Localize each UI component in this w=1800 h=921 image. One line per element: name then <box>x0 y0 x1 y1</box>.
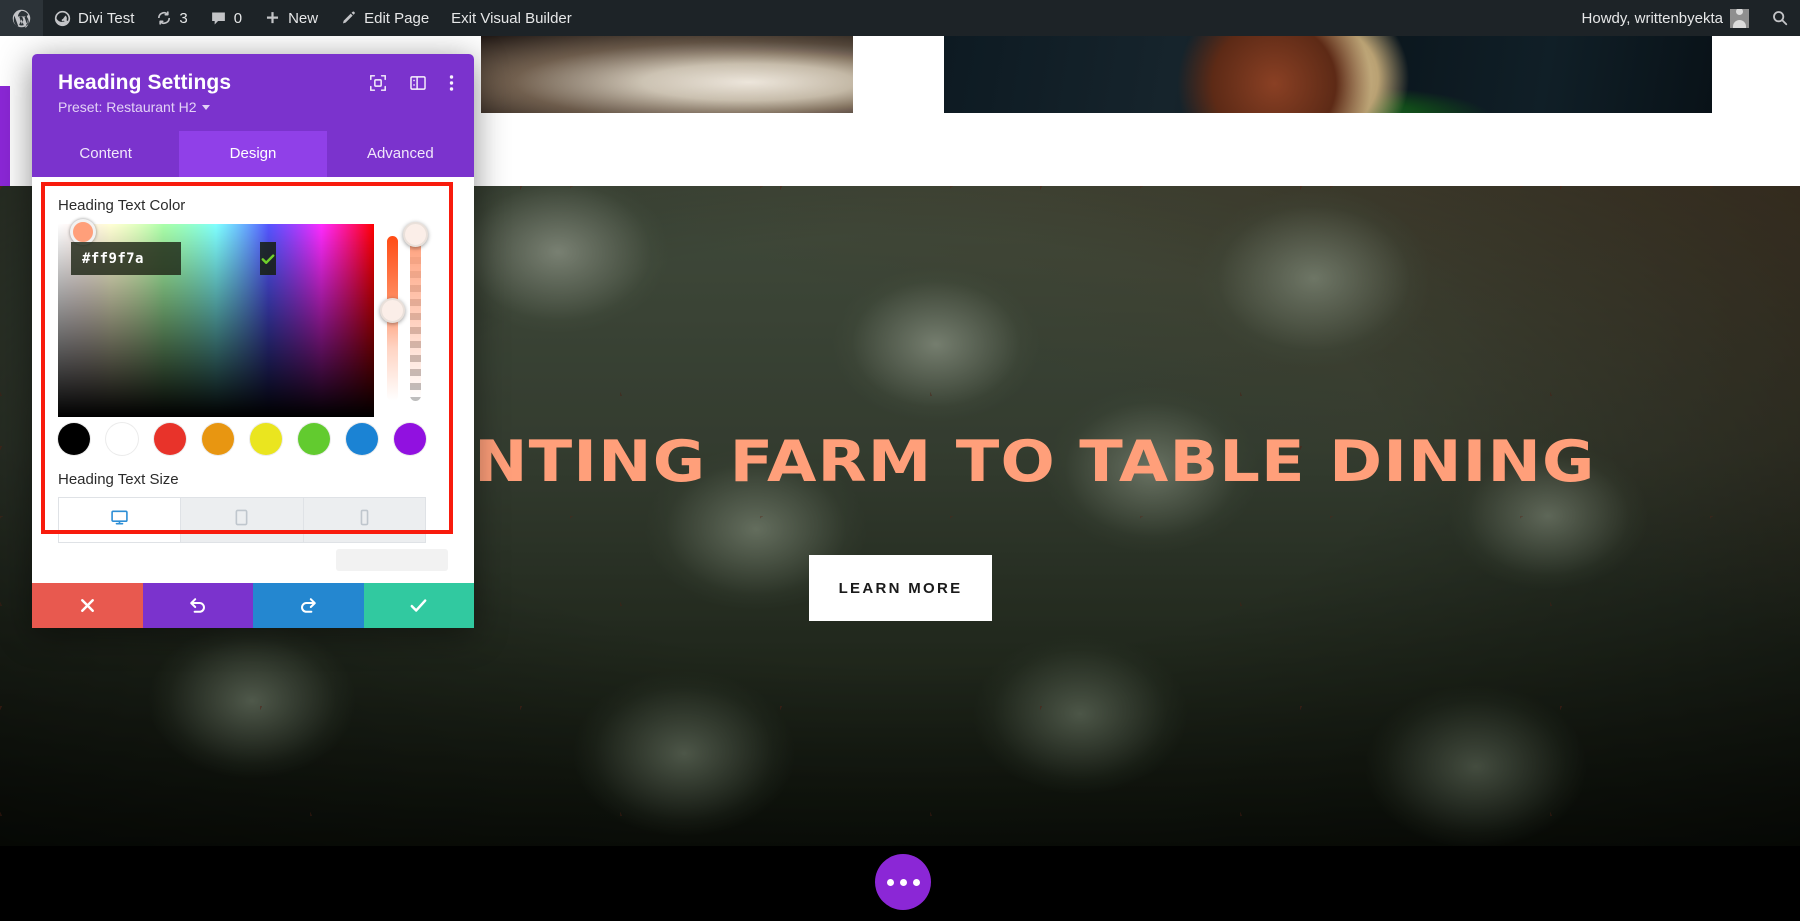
heading-text-size-label: Heading Text Size <box>32 455 474 497</box>
comments-menu[interactable]: 0 <box>199 0 253 36</box>
color-picker-wrapper <box>32 224 474 417</box>
alpha-slider[interactable] <box>410 236 421 401</box>
comments-count: 0 <box>234 10 242 27</box>
edit-page-label: Edit Page <box>364 10 429 27</box>
expand-view-icon[interactable] <box>369 74 387 92</box>
exit-visual-builder-link[interactable]: Exit Visual Builder <box>440 0 583 36</box>
howdy-label: Howdy, writtenbyekta <box>1582 10 1723 27</box>
swatch-white[interactable] <box>106 423 138 455</box>
phone-icon <box>355 508 374 532</box>
tab-content[interactable]: Content <box>32 131 179 177</box>
panel-tabs: Content Design Advanced <box>32 131 474 177</box>
hex-color-input[interactable] <box>71 251 260 267</box>
redo-button[interactable] <box>253 583 364 628</box>
exit-visual-builder-label: Exit Visual Builder <box>451 10 572 27</box>
panel-body-filler <box>32 543 474 583</box>
search-icon <box>1771 9 1789 27</box>
desktop-view-tab[interactable] <box>59 498 181 542</box>
gallery-image-right[interactable] <box>944 36 1712 113</box>
heading-text-color-label: Heading Text Color <box>32 177 474 224</box>
more-dots-icon-dot-3 <box>913 879 920 886</box>
swatch-purple[interactable] <box>394 423 426 455</box>
search-button[interactable] <box>1760 0 1800 36</box>
swatch-red[interactable] <box>154 423 186 455</box>
panel-action-bar <box>32 583 474 628</box>
builder-toggle-button[interactable] <box>875 854 931 910</box>
hex-input-group[interactable] <box>71 242 181 275</box>
pencil-icon <box>340 10 357 27</box>
partial-control-chip <box>336 549 448 571</box>
dashboard-icon <box>54 10 71 27</box>
learn-more-label: LEARN MORE <box>839 580 963 597</box>
hue-slider[interactable] <box>387 236 398 401</box>
module-edge-left <box>0 86 10 196</box>
panel-body: Heading Text Color <box>32 177 474 583</box>
tab-design[interactable]: Design <box>179 131 326 177</box>
more-options-icon[interactable] <box>449 74 454 92</box>
site-name-menu[interactable]: Divi Test <box>43 0 145 36</box>
hex-confirm-button[interactable] <box>260 242 276 275</box>
swatch-green[interactable] <box>298 423 330 455</box>
my-account-menu[interactable]: Howdy, writtenbyekta <box>1571 0 1760 36</box>
wordpress-logo-icon <box>11 8 32 29</box>
desktop-icon <box>110 508 129 532</box>
swatch-black[interactable] <box>58 423 90 455</box>
new-content-label: New <box>288 10 318 27</box>
avatar-icon <box>1730 9 1749 28</box>
learn-more-button[interactable]: LEARN MORE <box>809 555 992 621</box>
updates-icon <box>156 10 172 26</box>
more-dots-icon-dot-2 <box>900 879 907 886</box>
hue-slider-knob[interactable] <box>380 298 405 323</box>
color-sliders <box>374 224 421 417</box>
cancel-button[interactable] <box>32 583 143 628</box>
updates-menu[interactable]: 3 <box>145 0 198 36</box>
panel-preset-label: Preset: Restaurant H2 <box>58 99 197 115</box>
tab-advanced[interactable]: Advanced <box>327 131 474 177</box>
more-dots-icon-dot-1 <box>887 879 894 886</box>
responsive-device-tabs <box>58 497 426 543</box>
updates-count: 3 <box>179 10 187 27</box>
panel-header: Heading Settings Preset: Restaurant H2 <box>32 54 474 131</box>
color-picker[interactable] <box>58 224 426 417</box>
site-name-label: Divi Test <box>78 10 134 27</box>
saturation-value-area[interactable] <box>58 224 374 417</box>
swatch-yellow[interactable] <box>250 423 282 455</box>
heading-settings-panel[interactable]: Heading Settings Preset: Restaurant H2 <box>32 54 474 628</box>
gallery-image-left[interactable] <box>481 36 853 113</box>
panel-header-actions <box>369 74 454 92</box>
new-content-menu[interactable]: New <box>253 0 329 36</box>
save-button[interactable] <box>364 583 475 628</box>
edit-page-link[interactable]: Edit Page <box>329 0 440 36</box>
comments-icon <box>210 10 227 27</box>
alpha-slider-knob[interactable] <box>403 222 428 247</box>
panel-layout-icon[interactable] <box>409 74 427 92</box>
plus-icon <box>264 10 281 27</box>
swatch-blue[interactable] <box>346 423 378 455</box>
phone-view-tab[interactable] <box>304 498 425 542</box>
tablet-view-tab[interactable] <box>181 498 303 542</box>
wp-logo-menu[interactable] <box>0 0 43 36</box>
undo-button[interactable] <box>143 583 254 628</box>
color-swatch-row <box>32 417 452 455</box>
panel-preset-selector[interactable]: Preset: Restaurant H2 <box>58 99 210 115</box>
tablet-icon <box>232 508 251 532</box>
chevron-down-icon <box>202 105 210 110</box>
swatch-orange[interactable] <box>202 423 234 455</box>
wp-admin-bar: Divi Test 3 0 New <box>0 0 1800 36</box>
